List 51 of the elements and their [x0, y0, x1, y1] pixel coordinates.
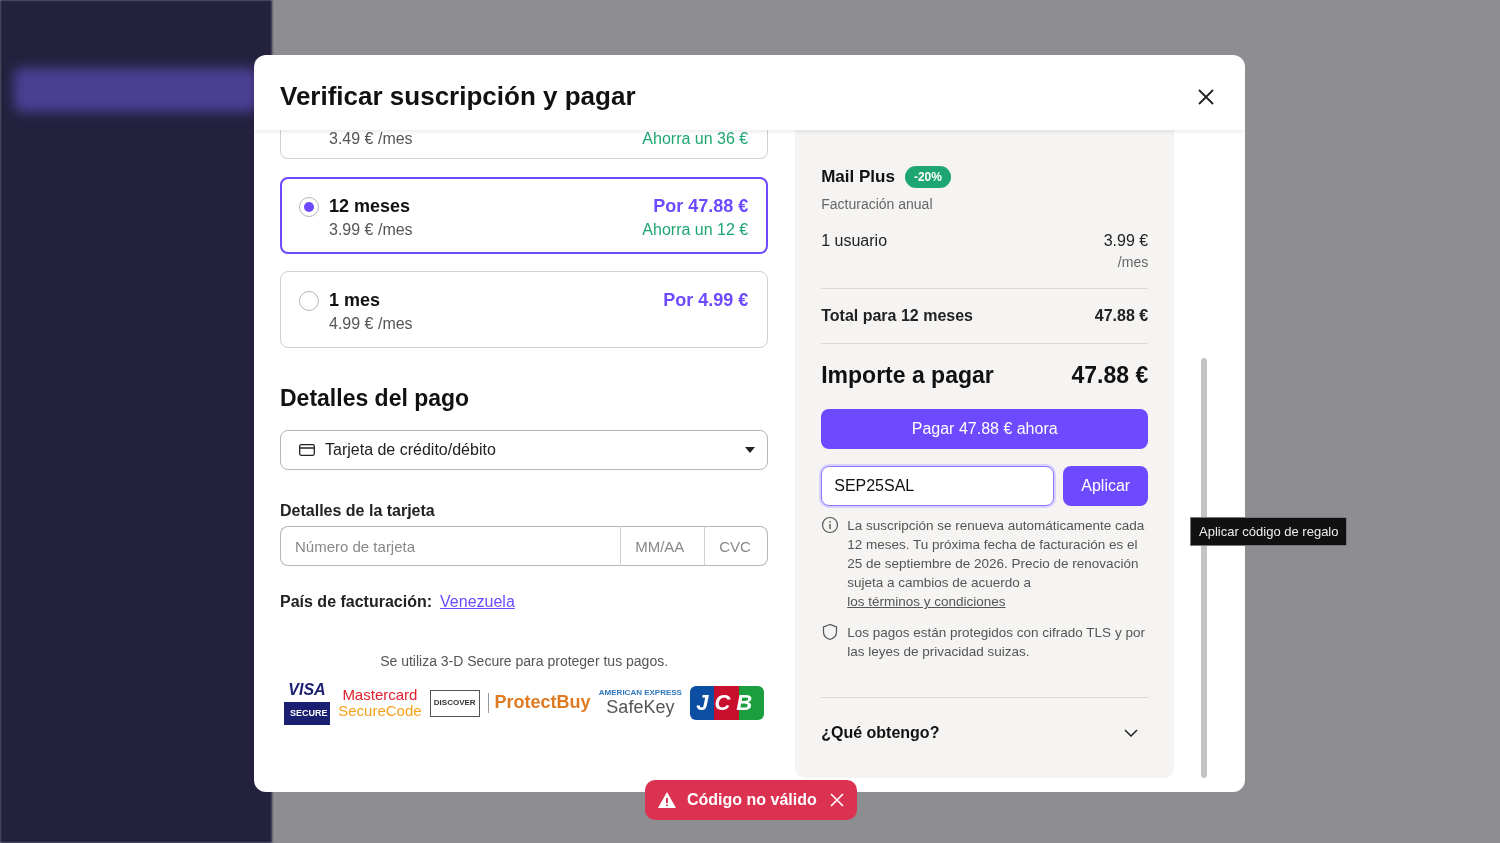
shield-icon: [821, 623, 840, 641]
plan-monthly-price: 3.99 € /mes: [329, 221, 413, 239]
discount-badge: -20%: [904, 166, 951, 188]
dialog-title: Verificar suscripción y pagar: [280, 81, 636, 112]
product-name: Mail Plus: [821, 167, 895, 187]
warning-icon: [657, 791, 677, 809]
plan-monthly-price: 4.99 € /mes: [329, 315, 413, 333]
plan-period: 1 mes: [329, 290, 382, 311]
renewal-note: La suscripción se renueva automáticamente cada 12 meses. Tu próxima fecha de facturación es el 25 de septiembre de 2026. Precio de renovación sujeta a cambios de acuerdo a los términos y condiciones: [847, 517, 1146, 611]
pay-button[interactable]: Pagar 47.88 € ahora: [821, 409, 1149, 449]
secure-note: Se utiliza 3-D Secure para proteger tus pagos.: [379, 653, 670, 669]
billing-cycle: Facturación anual: [821, 196, 934, 212]
payment-method-select[interactable]: Tarjeta de crédito/débito: [280, 430, 769, 470]
security-note: Los pagos están protegidos con cifrado TLS y por las leyes de privacidad suizas.: [847, 624, 1146, 661]
plan-option[interactable]: 12 meses 3.99 € /mes Por 47.88 € Ahorra un 12 €: [280, 177, 769, 254]
line-item-price: 3.99 €: [1103, 232, 1149, 250]
expiry-field[interactable]: MM/AA: [621, 526, 706, 566]
price-unit: /mes: [1117, 254, 1149, 270]
amex-safekey-logo: AMERICAN EXPRESS SafeKey: [598, 688, 682, 718]
mastercard-securecode-logo: Mastercard SecureCode: [338, 686, 422, 720]
plan-saving: Ahorra un 12 €: [642, 221, 749, 239]
total-label: Total para 12 meses: [821, 307, 973, 325]
amount-due: 47.88 €: [1071, 362, 1149, 389]
plan-option[interactable]: 1 mes 4.99 € /mes Por 4.99 €: [280, 271, 769, 348]
visa-secure-logo: VISA SECURE: [284, 681, 330, 726]
line-item-label: 1 usuario: [821, 232, 888, 250]
discover-protectbuy-logo: DISCOVER ProtectBuy: [429, 689, 591, 717]
credit-card-icon: [299, 444, 315, 456]
apply-button[interactable]: Aplicar: [1063, 466, 1149, 506]
amount-due-label: Importe a pagar: [821, 362, 994, 389]
plan-option[interactable]: 3.49 € /mes Ahorra un 36 €: [280, 130, 769, 159]
tooltip: Aplicar código de regalo: [1190, 517, 1348, 546]
plan-period: 12 meses: [329, 196, 412, 217]
toast-message: Código no válido: [687, 791, 817, 809]
country-label: País de facturación:: [280, 593, 433, 611]
card-number-field[interactable]: Número de tarjeta: [280, 526, 622, 566]
faq-toggle[interactable]: ¿Qué obtengo?: [821, 697, 1149, 778]
caret-icon: [745, 447, 756, 453]
info-icon: [821, 516, 840, 534]
chevron-icon: [1124, 729, 1139, 737]
plan-saving: Ahorra un 36 €: [642, 130, 749, 148]
plan-monthly-price: 3.49 € /mes: [329, 130, 413, 148]
field-label: Detalles de la tarjeta: [280, 502, 436, 520]
section-heading: Detalles del pago: [280, 385, 471, 412]
cvc-field[interactable]: CVC: [705, 526, 769, 566]
terms-link[interactable]: los términos y condiciones: [847, 594, 1006, 609]
plan-total: Por 47.88 €: [653, 196, 749, 217]
gift-code-field[interactable]: SEP25SAL: [821, 466, 1055, 506]
country-link[interactable]: Venezuela: [440, 593, 515, 611]
total-amount: 47.88 €: [1094, 307, 1149, 325]
plan-total: Por 4.99 €: [663, 290, 749, 311]
